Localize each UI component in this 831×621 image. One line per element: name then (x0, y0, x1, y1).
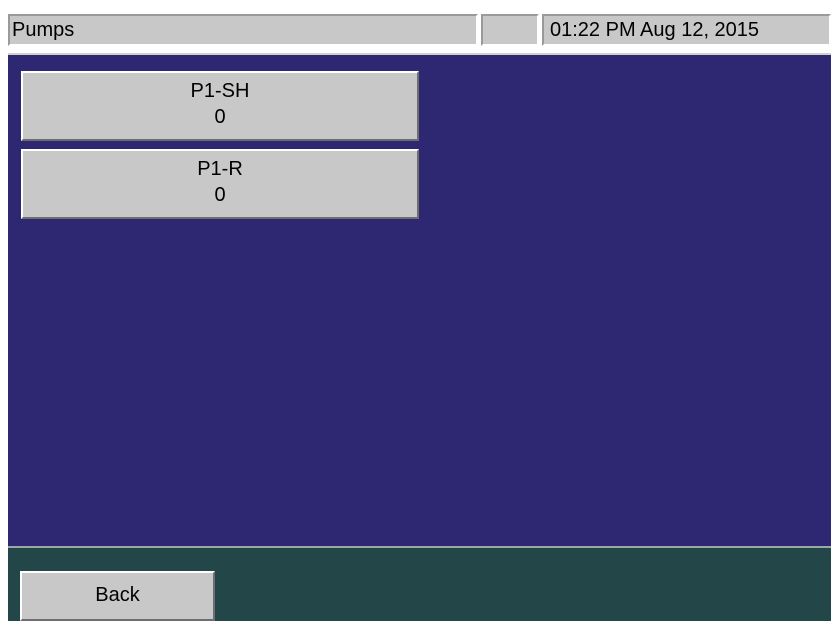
datetime-display: 01:22 PM Aug 12, 2015 (542, 14, 831, 46)
pump-name: P1-R (197, 158, 243, 180)
footer-bar: Back (8, 546, 831, 621)
pump-name: P1-SH (190, 80, 250, 102)
hmi-screen: Pumps 01:22 PM Aug 12, 2015 P1-SH 0 P1-R… (8, 8, 831, 621)
pump-value: 0 (214, 184, 226, 206)
pump-value: 0 (214, 106, 226, 128)
back-button[interactable]: Back (20, 571, 215, 621)
pump-button-p1-r[interactable]: P1-R 0 (21, 149, 419, 219)
pump-button-p1-sh[interactable]: P1-SH 0 (21, 71, 419, 141)
header-divider (8, 53, 831, 55)
page-title: Pumps (8, 14, 478, 46)
status-indicator (481, 14, 539, 46)
header-bar: Pumps 01:22 PM Aug 12, 2015 (8, 8, 831, 55)
